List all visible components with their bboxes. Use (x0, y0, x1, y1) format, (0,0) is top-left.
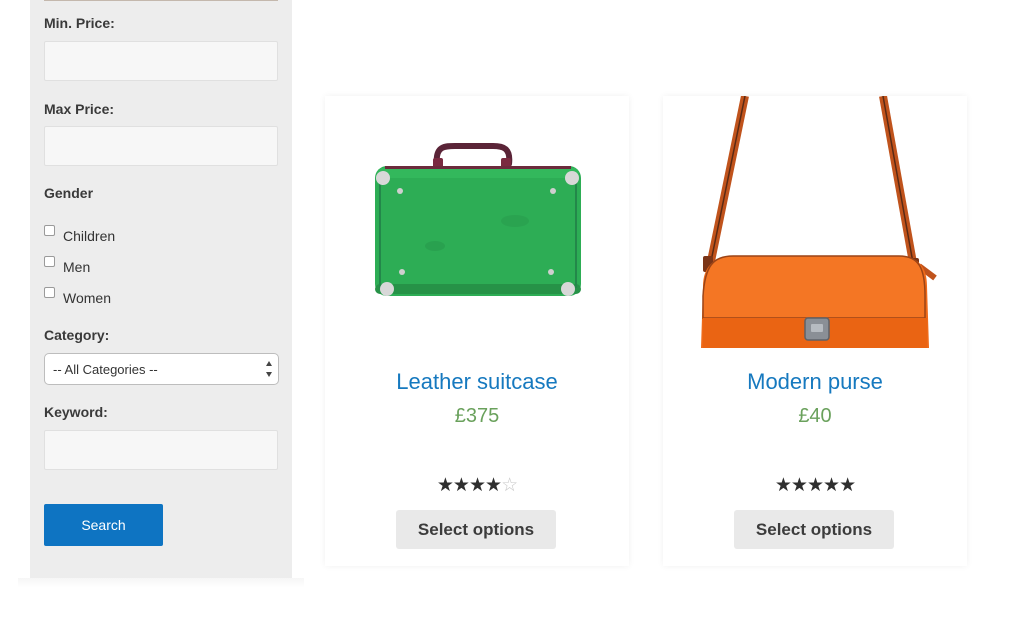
keyword-label: Keyword: (44, 404, 108, 420)
star-rating: ★★★★☆ (325, 474, 629, 496)
max-price-input[interactable] (44, 126, 278, 166)
gender-option-children[interactable]: Children (44, 223, 116, 244)
product-card: Modern purse £40 ★★★★★ Select options (663, 96, 967, 566)
keyword-input[interactable] (44, 430, 278, 470)
product-price: £375 (454, 405, 500, 427)
star-filled-icon: ★ (806, 474, 824, 496)
star-filled-icon: ★ (839, 474, 856, 496)
gender-option-label: Children (63, 228, 116, 244)
product-price: £40 (798, 405, 832, 427)
select-arrows-icon (265, 361, 272, 377)
max-price-label: Max Price: (44, 101, 115, 117)
select-options-button[interactable]: Select options (396, 510, 556, 549)
star-filled-icon: ★ (468, 474, 486, 496)
children-checkbox[interactable] (44, 225, 55, 236)
star-filled-icon: ★ (774, 474, 792, 496)
category-select[interactable]: -- All Categories -- (44, 353, 279, 385)
product-filter-sidebar: Min. Price: Max Price: Gender Children M… (30, 0, 292, 578)
search-button[interactable]: Search (44, 504, 163, 546)
men-checkbox[interactable] (44, 256, 55, 267)
category-selected-value: -- All Categories -- (53, 361, 158, 377)
star-filled-icon: ★ (452, 474, 470, 496)
gender-option-men[interactable]: Men (44, 254, 91, 275)
star-rating: ★★★★★ (663, 474, 967, 496)
women-checkbox[interactable] (44, 287, 55, 298)
star-empty-icon: ☆ (501, 474, 518, 496)
sidebar-divider (44, 0, 278, 1)
gender-label: Gender (44, 185, 94, 201)
star-filled-icon: ★ (790, 474, 808, 496)
product-title-link[interactable]: Leather suitcase (325, 369, 629, 395)
gender-option-women[interactable]: Women (44, 285, 111, 306)
star-filled-icon: ★ (823, 474, 840, 496)
green-suitcase-image[interactable] (325, 96, 629, 354)
star-filled-icon: ★ (436, 474, 454, 496)
gender-option-label: Women (63, 290, 111, 306)
select-options-button[interactable]: Select options (734, 510, 894, 549)
product-title-link[interactable]: Modern purse (663, 369, 967, 395)
orange-purse-image[interactable] (663, 96, 967, 354)
min-price-input[interactable] (44, 41, 278, 81)
product-card: Leather suitcase £375 ★★★★☆ Select optio… (325, 96, 629, 566)
category-label: Category: (44, 327, 110, 343)
sidebar-shadow (18, 578, 304, 588)
min-price-label: Min. Price: (44, 15, 115, 31)
gender-option-label: Men (63, 259, 91, 275)
star-filled-icon: ★ (485, 474, 502, 496)
